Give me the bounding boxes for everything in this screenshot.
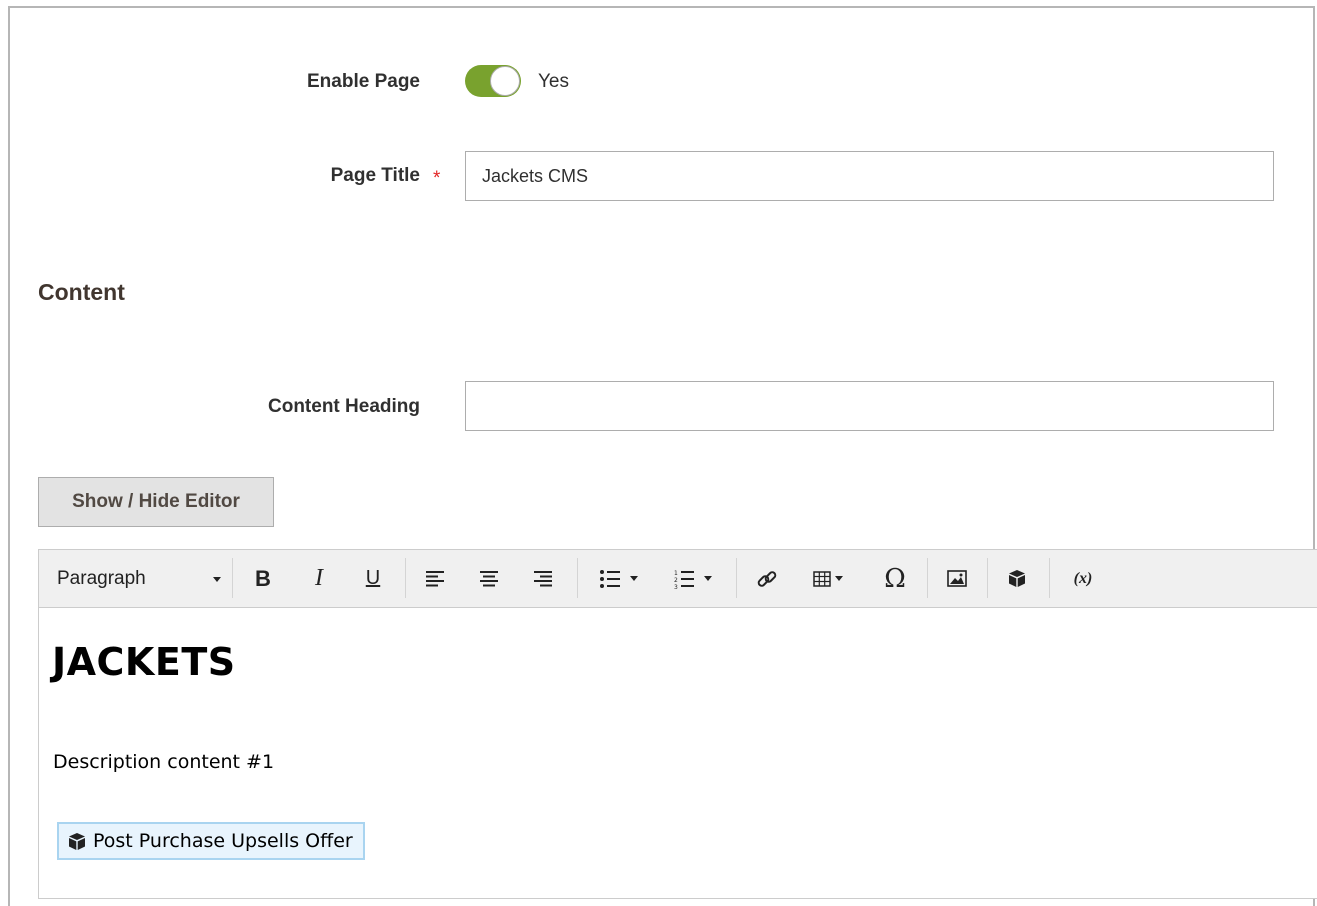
- chevron-down-icon: [704, 576, 712, 581]
- link-icon[interactable]: [749, 550, 785, 607]
- align-left-icon[interactable]: [417, 550, 453, 607]
- numbered-list-icon[interactable]: 123: [661, 550, 725, 607]
- chevron-down-icon: [835, 576, 843, 581]
- page-title-input[interactable]: [465, 151, 1274, 201]
- chevron-down-icon: [630, 576, 638, 581]
- enable-page-label: Enable Page: [307, 71, 420, 92]
- widget-label: Post Purchase Upsells Offer: [93, 830, 353, 852]
- content-heading-input[interactable]: [465, 381, 1274, 431]
- show-hide-editor-button[interactable]: Show / Hide Editor: [38, 477, 274, 527]
- bold-button[interactable]: B: [245, 550, 281, 607]
- bullet-list-icon[interactable]: [589, 550, 649, 607]
- content-heading-label: Content Heading: [268, 396, 420, 417]
- insert-widget-icon[interactable]: [999, 550, 1035, 607]
- format-select[interactable]: Paragraph: [47, 550, 267, 607]
- wysiwyg-editor: Paragraph B I U 123 Ω (x) JACKETS Descri…: [38, 549, 1317, 899]
- svg-text:1: 1: [674, 570, 678, 577]
- underline-button[interactable]: U: [355, 550, 391, 607]
- widget-icon: [69, 832, 85, 850]
- format-select-value: Paragraph: [57, 567, 146, 589]
- toggle-knob: [490, 66, 520, 96]
- svg-text:2: 2: [674, 577, 678, 584]
- page-title-label: Page Title: [330, 165, 420, 186]
- content-paragraph: Description content #1: [53, 751, 275, 773]
- table-icon[interactable]: [803, 550, 853, 607]
- content-section-title: Content: [38, 279, 125, 305]
- content-heading-text: JACKETS: [52, 640, 236, 684]
- insert-image-icon[interactable]: [939, 550, 975, 607]
- insert-variable-button[interactable]: (x): [1061, 550, 1105, 607]
- enable-page-toggle[interactable]: [465, 65, 521, 97]
- editor-toolbar: Paragraph B I U 123 Ω (x): [39, 550, 1317, 608]
- chevron-down-icon: [213, 577, 221, 582]
- editor-content-area[interactable]: JACKETS Description content #1 Post Purc…: [39, 608, 1317, 898]
- widget-placeholder[interactable]: Post Purchase Upsells Offer: [57, 822, 365, 860]
- italic-button[interactable]: I: [301, 550, 337, 607]
- svg-text:3: 3: [674, 584, 678, 589]
- align-center-icon[interactable]: [471, 550, 507, 607]
- required-star: *: [433, 168, 441, 189]
- special-character-button[interactable]: Ω: [875, 550, 915, 607]
- align-right-icon[interactable]: [525, 550, 561, 607]
- enable-page-value: Yes: [538, 71, 569, 92]
